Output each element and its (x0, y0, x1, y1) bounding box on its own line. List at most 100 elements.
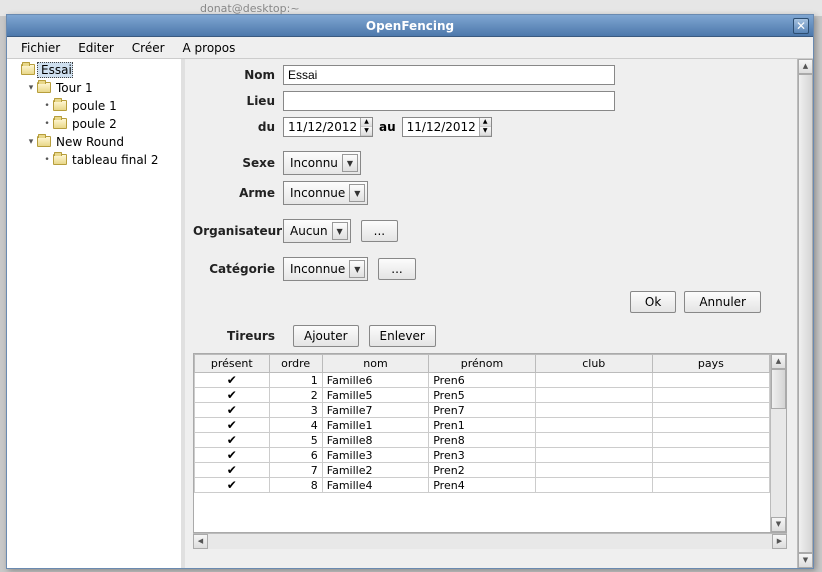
club-cell[interactable] (535, 448, 652, 463)
pays-cell[interactable] (652, 418, 769, 433)
ordre-cell[interactable]: 2 (269, 388, 322, 403)
pays-cell[interactable] (652, 433, 769, 448)
table-row[interactable]: ✔2Famille5Pren5 (195, 388, 770, 403)
club-cell[interactable] (535, 433, 652, 448)
club-cell[interactable] (535, 463, 652, 478)
nom-cell[interactable]: Famille3 (322, 448, 428, 463)
club-cell[interactable] (535, 388, 652, 403)
date-du[interactable]: 11/12/2012 ▲ ▼ (283, 117, 373, 137)
scroll-thumb[interactable] (771, 369, 786, 409)
ordre-cell[interactable]: 8 (269, 478, 322, 493)
organisateur-combo[interactable]: Aucun ▼ (283, 219, 351, 243)
scroll-down-icon[interactable]: ▼ (798, 553, 813, 568)
menu-fichier[interactable]: Fichier (13, 38, 68, 58)
pays-cell[interactable] (652, 373, 769, 388)
prenom-cell[interactable]: Pren1 (429, 418, 535, 433)
categorie-browse-button[interactable]: ... (378, 258, 415, 280)
table-row[interactable]: ✔3Famille7Pren7 (195, 403, 770, 418)
spinner-down-icon[interactable]: ▼ (480, 127, 491, 136)
present-cell[interactable]: ✔ (195, 463, 270, 478)
menu-creer[interactable]: Créer (124, 38, 173, 58)
present-cell[interactable]: ✔ (195, 418, 270, 433)
tree-handle-icon[interactable]: • (41, 101, 53, 111)
club-cell[interactable] (535, 478, 652, 493)
present-cell[interactable]: ✔ (195, 388, 270, 403)
present-cell[interactable]: ✔ (195, 448, 270, 463)
prenom-cell[interactable]: Pren6 (429, 373, 535, 388)
nom-input[interactable] (283, 65, 615, 85)
lieu-input[interactable] (283, 91, 615, 111)
organisateur-browse-button[interactable]: ... (361, 220, 398, 242)
tree-node[interactable]: ▾Tour 1 (9, 79, 179, 97)
ordre-cell[interactable]: 3 (269, 403, 322, 418)
scroll-thumb[interactable] (798, 74, 813, 553)
table-row[interactable]: ✔7Famille2Pren2 (195, 463, 770, 478)
club-cell[interactable] (535, 373, 652, 388)
tree-handle-icon[interactable]: ▾ (25, 83, 37, 93)
date-du-spinners[interactable]: ▲ ▼ (360, 118, 372, 136)
date-du-value[interactable]: 11/12/2012 (284, 120, 360, 134)
arme-combo[interactable]: Inconnue ▼ (283, 181, 368, 205)
chevron-down-icon[interactable]: ▼ (342, 154, 358, 172)
scroll-left-icon[interactable]: ◀ (193, 534, 208, 549)
spinner-down-icon[interactable]: ▼ (361, 127, 372, 136)
ok-button[interactable]: Ok (630, 291, 676, 313)
chevron-down-icon[interactable]: ▼ (349, 184, 365, 202)
column-header[interactable]: prénom (429, 355, 535, 373)
ordre-cell[interactable]: 5 (269, 433, 322, 448)
tree-handle-icon[interactable]: ▾ (25, 137, 37, 147)
ordre-cell[interactable]: 4 (269, 418, 322, 433)
scroll-up-icon[interactable]: ▲ (798, 59, 813, 74)
prenom-cell[interactable]: Pren8 (429, 433, 535, 448)
table-row[interactable]: ✔4Famille1Pren1 (195, 418, 770, 433)
scroll-up-icon[interactable]: ▲ (771, 354, 786, 369)
date-au-value[interactable]: 11/12/2012 (403, 120, 479, 134)
pays-cell[interactable] (652, 478, 769, 493)
present-cell[interactable]: ✔ (195, 433, 270, 448)
table-row[interactable]: ✔1Famille6Pren6 (195, 373, 770, 388)
column-header[interactable]: pays (652, 355, 769, 373)
form-vertical-scrollbar[interactable]: ▲ ▼ (797, 59, 813, 568)
close-icon[interactable]: ✕ (793, 18, 809, 34)
tree-node[interactable]: •poule 1 (9, 97, 179, 115)
column-header[interactable]: ordre (269, 355, 322, 373)
club-cell[interactable] (535, 403, 652, 418)
ajouter-button[interactable]: Ajouter (293, 325, 359, 347)
prenom-cell[interactable]: Pren4 (429, 478, 535, 493)
tree-handle-icon[interactable]: • (41, 155, 53, 165)
nom-cell[interactable]: Famille7 (322, 403, 428, 418)
date-au-spinners[interactable]: ▲ ▼ (479, 118, 491, 136)
nom-cell[interactable]: Famille2 (322, 463, 428, 478)
present-cell[interactable]: ✔ (195, 403, 270, 418)
prenom-cell[interactable]: Pren3 (429, 448, 535, 463)
table-row[interactable]: ✔8Famille4Pren4 (195, 478, 770, 493)
table-row[interactable]: ✔5Famille8Pren8 (195, 433, 770, 448)
present-cell[interactable]: ✔ (195, 373, 270, 388)
tree-node[interactable]: •tableau final 2 (9, 151, 179, 169)
column-header[interactable]: nom (322, 355, 428, 373)
pays-cell[interactable] (652, 463, 769, 478)
nom-cell[interactable]: Famille6 (322, 373, 428, 388)
sexe-combo[interactable]: Inconnu ▼ (283, 151, 361, 175)
tree-node[interactable]: ▾New Round (9, 133, 179, 151)
menu-editer[interactable]: Editer (70, 38, 122, 58)
date-au[interactable]: 11/12/2012 ▲ ▼ (402, 117, 492, 137)
pays-cell[interactable] (652, 448, 769, 463)
prenom-cell[interactable]: Pren5 (429, 388, 535, 403)
pays-cell[interactable] (652, 388, 769, 403)
column-header[interactable]: club (535, 355, 652, 373)
scroll-down-icon[interactable]: ▼ (771, 517, 786, 532)
prenom-cell[interactable]: Pren2 (429, 463, 535, 478)
nom-cell[interactable]: Famille4 (322, 478, 428, 493)
scroll-right-icon[interactable]: ▶ (772, 534, 787, 549)
ordre-cell[interactable]: 7 (269, 463, 322, 478)
tree-pane[interactable]: Essai▾Tour 1•poule 1•poule 2▾New Round•t… (7, 59, 185, 568)
categorie-combo[interactable]: Inconnue ▼ (283, 257, 368, 281)
scroll-track[interactable] (208, 534, 772, 549)
titlebar[interactable]: OpenFencing ✕ (7, 15, 813, 37)
pays-cell[interactable] (652, 403, 769, 418)
table-row[interactable]: ✔6Famille3Pren3 (195, 448, 770, 463)
tree-handle-icon[interactable]: • (41, 119, 53, 129)
column-header[interactable]: présent (195, 355, 270, 373)
present-cell[interactable]: ✔ (195, 478, 270, 493)
